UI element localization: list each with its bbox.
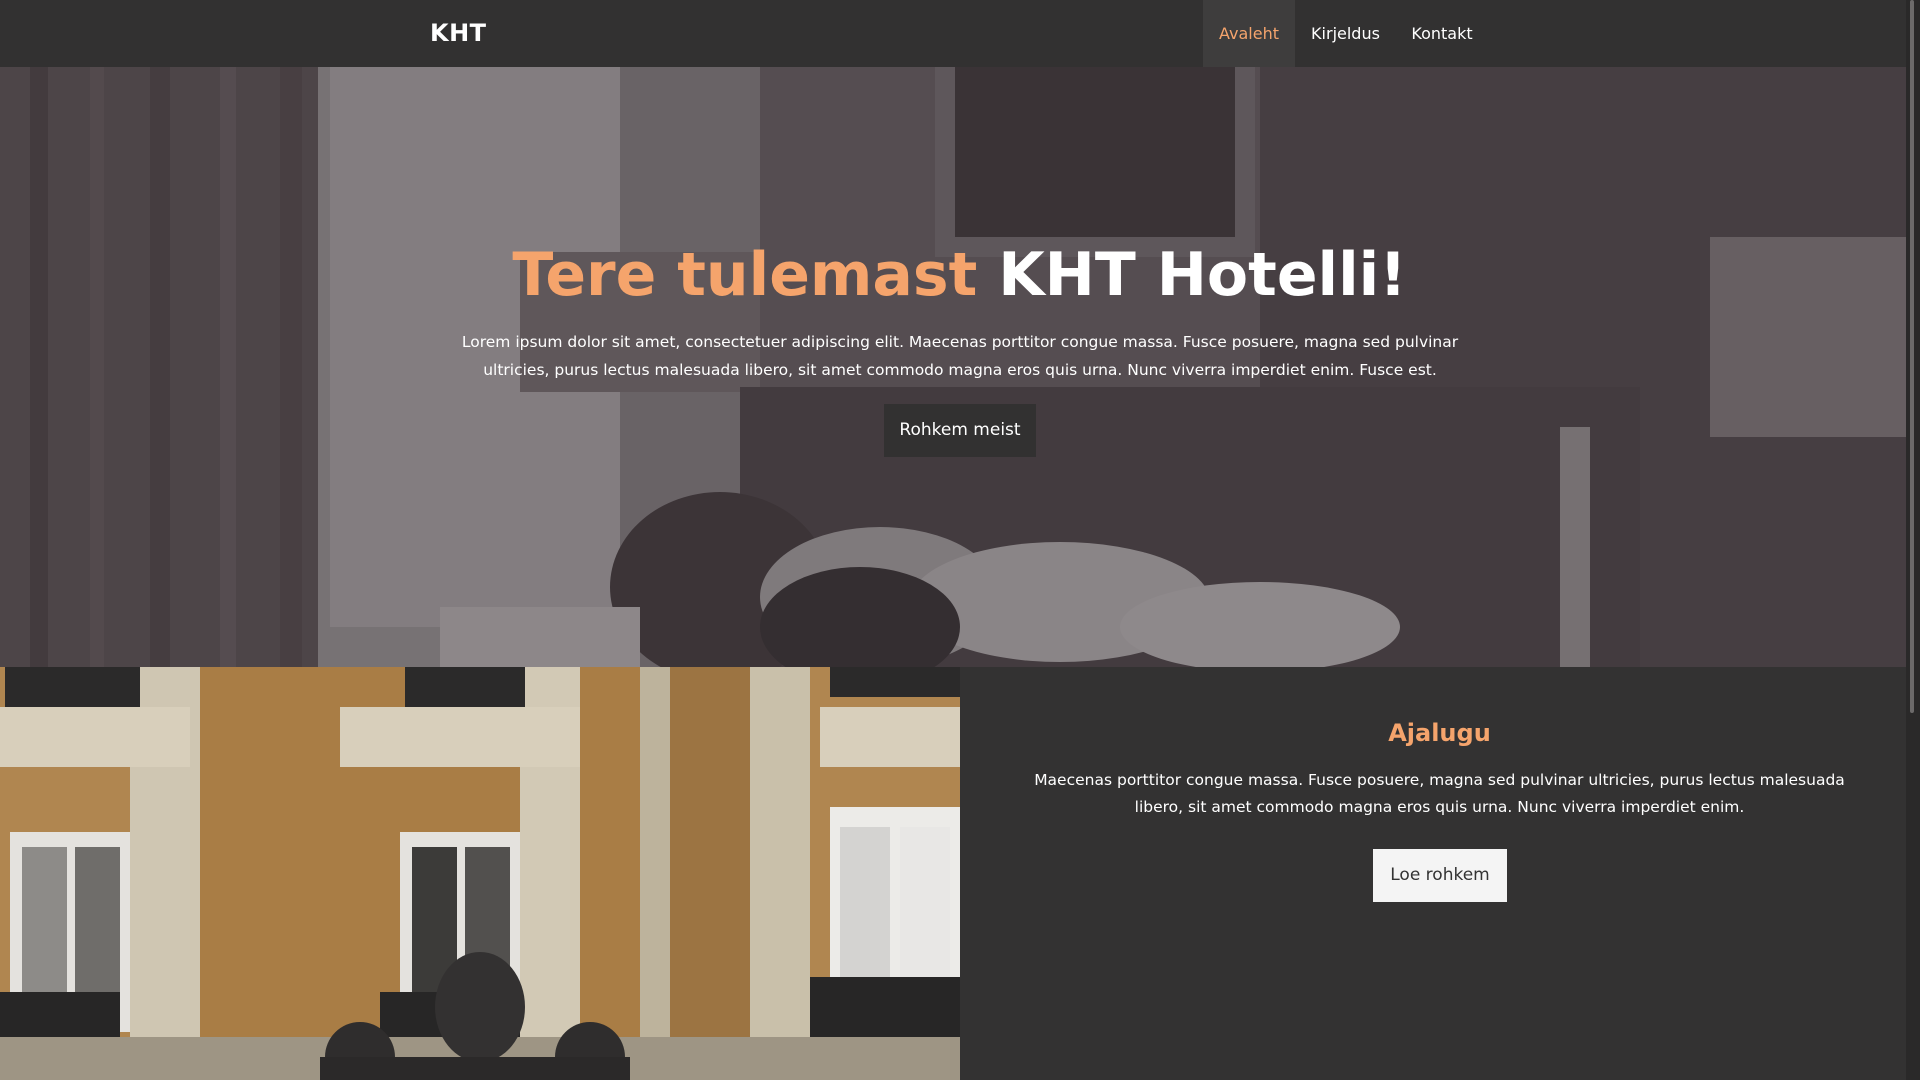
hero-description: Lorem ipsum dolor sit amet, consectetuer…	[461, 333, 1459, 379]
history-title: Ajalugu	[1388, 719, 1491, 747]
hero-section: Tere tulemast KHT Hotelli! Lorem ipsum d…	[0, 67, 1919, 667]
read-more-button[interactable]: Loe rohkem	[1373, 849, 1507, 902]
hero-title: Tere tulemast KHT Hotelli!	[0, 240, 1919, 310]
hero-title-rest: KHT Hotelli!	[998, 240, 1407, 310]
history-section: Ajalugu Maecenas porttitor congue massa.…	[960, 667, 1919, 1080]
more-about-us-button[interactable]: Rohkem meist	[884, 404, 1036, 457]
building-facade-image	[0, 667, 960, 1080]
navbar: KHT Avaleht Kirjeldus Kontakt	[0, 0, 1919, 67]
history-description: Maecenas porttitor congue massa. Fusce p…	[1034, 771, 1845, 816]
nav-item-avaleht[interactable]: Avaleht	[1203, 0, 1295, 67]
nav-item-kirjeldus[interactable]: Kirjeldus	[1295, 0, 1396, 67]
brand-logo[interactable]: KHT	[430, 19, 487, 47]
nav-item-kontakt[interactable]: Kontakt	[1396, 0, 1488, 67]
hero-title-accent: Tere tulemast	[512, 240, 978, 310]
scrollbar-thumb[interactable]	[1910, 0, 1914, 713]
page-scrollbar[interactable]	[1906, 0, 1920, 1080]
